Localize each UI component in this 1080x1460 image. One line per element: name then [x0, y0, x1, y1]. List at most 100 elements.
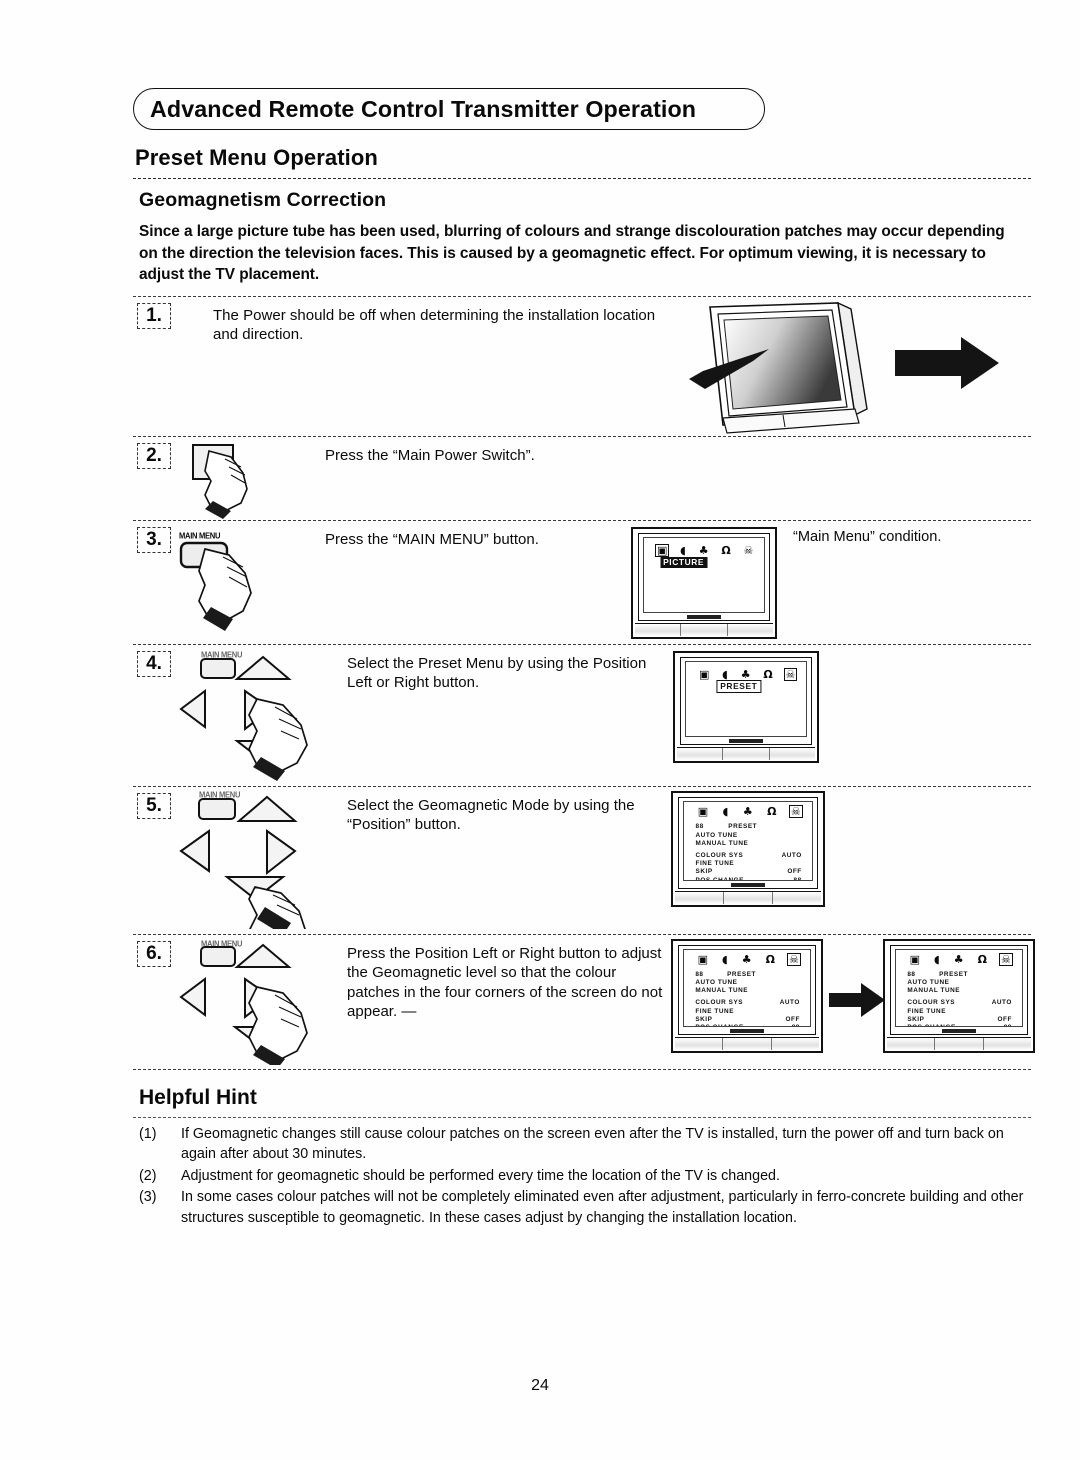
document-page: Advanced Remote Control Transmitter Oper…: [0, 0, 1080, 1460]
intro-paragraph: Since a large picture tube has been used…: [139, 223, 1005, 283]
step-row: 5. MAIN MENU Select the Geomagnetic Mode…: [133, 785, 1031, 934]
chapter-title: Advanced Remote Control Transmitter Oper…: [150, 95, 697, 122]
osd-row: COLOUR SYS AUTO: [907, 999, 1012, 1007]
osd-row-value: OFF: [785, 1015, 800, 1023]
preset-header-label: PRESET: [727, 970, 756, 978]
osd-row-label: SKIP: [907, 1015, 925, 1023]
feature-icon: Ω: [721, 543, 731, 557]
tv-bezel: ▣ ◖ ♣ Ω ☠ PICTURE: [638, 532, 770, 621]
step-number: 1.: [137, 302, 171, 329]
osd-row-header: 88 PRESET: [695, 971, 800, 979]
steps-table: 1. The Power should be off when determin…: [133, 295, 1035, 1070]
osd-row: AUTO TUNE: [696, 832, 802, 840]
audio-icon: ♣: [742, 805, 753, 819]
tv-base: [675, 1036, 819, 1050]
osd-menu-list: 88 PRESET AUTO TUNE MANUAL TUNE COLOUR S…: [907, 971, 1012, 1026]
picture-icon: ▣: [697, 953, 708, 967]
step-row: 2. Press the “Main Power Switch”.: [133, 435, 1031, 520]
tv-bezel: ▣ ◖ ♣ Ω ☠ 88 PRESET AUTO TUNE MANUAL TUN…: [678, 796, 818, 889]
section-title: Preset Menu Operation: [135, 145, 378, 170]
osd-row-label: AUTO TUNE: [695, 978, 738, 986]
osd-row: AUTO TUNE: [695, 979, 800, 987]
tv-stand-tab: [731, 882, 765, 887]
hand-pressing-main-menu-icon: [179, 541, 252, 631]
osd-row: POS CHANGE 88: [907, 1024, 1012, 1026]
tv-stand-tab: [730, 1028, 764, 1033]
step-instruction: Press the “MAIN MENU” button.: [325, 530, 539, 548]
preset-number: 88: [695, 970, 704, 978]
osd-row-label: MANUAL TUNE: [695, 839, 749, 847]
osd-row-value: OFF: [787, 868, 802, 876]
step-number: 4.: [137, 650, 171, 677]
osd-row-value: 88: [793, 876, 802, 881]
osd-row-label: AUTO TUNE: [695, 831, 738, 839]
dpad-press-right-icon: [179, 943, 308, 1065]
chapter-banner: Advanced Remote Control Transmitter Oper…: [133, 88, 765, 130]
preset-icon: ☠: [743, 543, 754, 557]
osd-row-value: 88: [1004, 1024, 1012, 1026]
contrast-icon: ◖: [680, 543, 686, 557]
tv-geomagnetic-menu: ▣ ◖ ♣ Ω ☠ 88 PRESET AUTO TUNE MANUAL TUN…: [671, 790, 825, 907]
osd-row-label: MANUAL TUNE: [695, 987, 749, 995]
hint-item: (2) Adjustment for geomagnetic should be…: [139, 1166, 1031, 1187]
preset-icon: ☠: [788, 805, 803, 819]
preset-header-label: PRESET: [728, 823, 758, 831]
osd-row-label: SKIP: [695, 1015, 713, 1023]
step-number: 3.: [137, 526, 171, 553]
step-illustration: MAIN MENU: [171, 787, 331, 934]
page-number: 24: [531, 1377, 549, 1394]
osd-menu-list: 88 PRESET AUTO TUNE MANUAL TUNE COLOUR S…: [695, 823, 802, 881]
preset-number: 88: [695, 823, 704, 831]
preset-icon: ☠: [999, 953, 1013, 967]
tv-geomagnetic-after: ▣ ◖ ♣ Ω ☠ 88 PRESET AUTO TUNE MANUAL TUN…: [883, 938, 1035, 1053]
osd-row: SKIP OFF: [907, 1016, 1012, 1024]
picture-icon: ▣: [699, 667, 710, 681]
step-illustration: [171, 437, 311, 520]
osd-row: POS CHANGE 88: [696, 876, 802, 881]
osd-icon-row: ▣ ◖ ♣ Ω ☠: [654, 543, 754, 557]
tv-bezel: ▣ ◖ ♣ Ω ☠ PRESET: [680, 656, 812, 745]
osd-row-value: 88: [792, 1024, 800, 1026]
osd-icon-row: ▣ ◖ ♣ Ω ☠: [909, 953, 1013, 967]
step-instruction: Select the Preset Menu by using the Posi…: [347, 654, 647, 692]
tv-bezel: ▣ ◖ ♣ Ω ☠ 88 PRESET AUTO TUNE MANUAL TUN…: [678, 944, 816, 1035]
step-illustration: MAIN MENU: [171, 935, 331, 1069]
osd-row: POS CHANGE 88: [695, 1024, 800, 1026]
contrast-icon: ◖: [722, 667, 728, 681]
hint-text: Adjustment for geomagnetic should be per…: [181, 1167, 780, 1184]
screen-caption: “Main Menu” condition.: [793, 528, 942, 545]
osd-preset-select: ▣ ◖ ♣ Ω ☠ PRESET: [686, 662, 806, 736]
step-illustration: MAIN MENU: [171, 521, 311, 644]
audio-icon: ♣: [740, 667, 751, 681]
hand-pressing-switch-icon: [192, 443, 248, 519]
tv-screen: ▣ ◖ ♣ Ω ☠ 88 PRESET AUTO TUNE MANUAL TUN…: [683, 948, 811, 1027]
step-row: 6. MAIN MENU Press the Position Left or …: [133, 933, 1035, 1070]
dpad-press-down-icon: [179, 795, 306, 929]
tv-base: [635, 622, 773, 636]
osd-row-label: POS CHANGE: [695, 1024, 743, 1026]
osd-selected-tag: PRESET: [716, 679, 762, 693]
tv-bezel: ▣ ◖ ♣ Ω ☠ 88 PRESET AUTO TUNE MANUAL TUN…: [890, 944, 1028, 1035]
osd-row: SKIP OFF: [696, 868, 802, 876]
osd-row: COLOUR SYS AUTO: [695, 999, 800, 1007]
hint-text: If Geomagnetic changes still cause colou…: [181, 1125, 1004, 1163]
osd-row: MANUAL TUNE: [907, 987, 1012, 995]
contrast-icon: ◖: [722, 805, 729, 819]
step-row: 1. The Power should be off when determin…: [133, 295, 1031, 437]
step-illustration: [683, 297, 1013, 437]
tv-perspective-icon: [689, 301, 999, 434]
picture-icon: ▣: [654, 543, 670, 557]
preset-icon: ☠: [783, 667, 798, 681]
osd-row-label: FINE TUNE: [695, 860, 735, 868]
hint-item: (3) In some cases colour patches will no…: [139, 1187, 1031, 1228]
tv-base: [677, 746, 815, 760]
contrast-icon: ◖: [934, 953, 940, 967]
hint-list: (1) If Geomagnetic changes still cause c…: [139, 1124, 1031, 1229]
tv-geomagnetic-before: ▣ ◖ ♣ Ω ☠ 88 PRESET AUTO TUNE MANUAL TUN…: [671, 938, 823, 1053]
tv-screen: ▣ ◖ ♣ Ω ☠ PICTURE: [643, 536, 765, 613]
contrast-icon: ◖: [722, 953, 728, 967]
step-illustration: MAIN MENU: [171, 645, 331, 786]
osd-row: MANUAL TUNE: [696, 840, 802, 848]
step-row: 3. MAIN MENU Press the “MAIN MENU” butto…: [133, 519, 1031, 644]
osd-row-label: FINE TUNE: [695, 1007, 735, 1015]
